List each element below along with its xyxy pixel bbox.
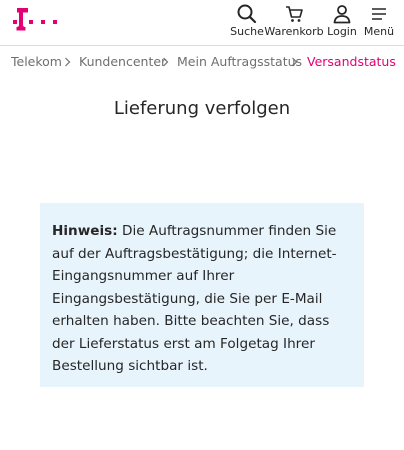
nav-login-button[interactable]: Login: [326, 4, 358, 38]
header-divider: [0, 45, 404, 46]
info-note-text: Hinweis: Die Auftragsnummer finden Sie a…: [52, 220, 353, 378]
site-header: Suche Warenkorb Login Menü: [0, 0, 404, 43]
telekom-t-logo-icon[interactable]: [12, 6, 58, 32]
page-title: Lieferung verfolgen: [113, 98, 291, 119]
nav-cart-label: Warenkorb: [264, 25, 324, 38]
nav-menu-label: Menü: [363, 25, 395, 38]
info-note-box: Hinweis: Die Auftragsnummer finden Sie a…: [40, 203, 364, 387]
nav-login-label: Login: [327, 25, 357, 38]
user-icon: [333, 5, 351, 24]
nav-search-label: Suche: [230, 25, 264, 38]
nav-menu-button[interactable]: Menü: [362, 4, 396, 38]
cart-icon: [286, 6, 303, 22]
search-icon: [237, 4, 257, 24]
nav-cart-button[interactable]: Warenkorb: [264, 4, 324, 38]
breadcrumb-item-telekom[interactable]: Telekom: [11, 52, 62, 72]
info-note-label: Hinweis:: [52, 223, 118, 239]
breadcrumb-item-auftragsstatus[interactable]: Mein Auftragsstatus: [177, 52, 302, 72]
chevron-right-icon: [65, 57, 71, 67]
breadcrumb: Telekom Kundencenter Mein Auftragsstatus…: [0, 52, 404, 72]
chevron-right-icon: [292, 57, 298, 67]
breadcrumb-current: Versandstatus: [307, 54, 396, 69]
info-note-body: Die Auftragsnummer finden Sie auf der Au…: [52, 223, 337, 374]
nav-search-button[interactable]: Suche: [230, 4, 264, 38]
menu-icon: [372, 8, 386, 20]
chevron-right-icon: [163, 57, 169, 67]
breadcrumb-item-kundencenter[interactable]: Kundencenter: [79, 52, 166, 72]
